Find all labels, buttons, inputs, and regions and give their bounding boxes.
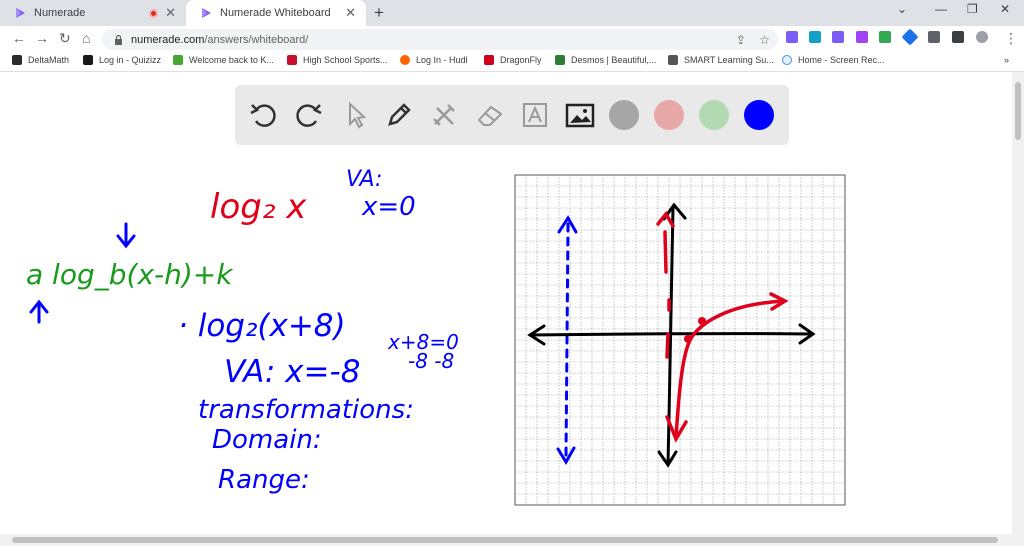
bookmark-smart-learning[interactable]: SMART Learning Su... — [668, 55, 774, 65]
recording-indicator-icon — [149, 8, 158, 18]
bookmark-deltamath[interactable]: DeltaMath — [12, 55, 69, 65]
tab-title: Numerade — [34, 7, 86, 19]
bookmark-hudl[interactable]: Log In - Hudl — [400, 55, 468, 65]
color-swatch-blue[interactable] — [744, 100, 774, 130]
forward-icon[interactable]: → — [35, 30, 49, 46]
reload-icon[interactable]: ↻ — [59, 30, 71, 47]
color-swatch-green[interactable] — [699, 100, 729, 130]
screen-rec-icon — [782, 55, 792, 65]
tab-search-icon[interactable]: ⌄ — [897, 2, 907, 16]
share-icon[interactable]: ⇪ — [736, 33, 746, 47]
extension-3-icon[interactable] — [832, 31, 844, 43]
tools-icon — [433, 104, 455, 126]
note-transformations: transformations: — [198, 395, 414, 425]
bookmark-kahoot[interactable]: Welcome back to K... — [173, 55, 274, 65]
bookmark-dragonfly[interactable]: DragonFly — [484, 55, 542, 65]
back-icon[interactable]: ← — [12, 30, 26, 46]
tab-strip: Numerade ✕ Numerade Whiteboard ✕ + ⌄ — ❐… — [0, 0, 1024, 26]
quizizz-icon — [83, 55, 93, 65]
text-icon — [523, 103, 547, 127]
note-va-x-neg8: VA: x=-8 — [224, 354, 360, 390]
eraser-icon — [477, 105, 503, 126]
extension-4-icon[interactable] — [856, 31, 868, 43]
note-domain: Domain: — [212, 425, 322, 455]
url-bar[interactable]: numerade.com/answers/whiteboard/ ⇪ ☆ — [102, 29, 778, 50]
whiteboard-page[interactable]: log₂ x VA: x=0 a log_b(x-h)+k · log₂(x+8… — [0, 72, 1024, 534]
bookmarks-overflow[interactable]: » — [1004, 55, 1009, 65]
url-text: numerade.com/answers/whiteboard/ — [131, 33, 309, 46]
note-va-x0: x=0 — [361, 192, 416, 222]
omnibox-actions: ⇪ ☆ — [736, 33, 770, 47]
note-subtract-8: -8 -8 — [408, 349, 454, 373]
bookmark-desmos[interactable]: Desmos | Beautiful,... — [555, 55, 656, 65]
note-va-label: VA: — [346, 167, 382, 192]
bookmarks-bar: DeltaMath Log in - Quizizz Welcome back … — [0, 52, 1024, 72]
numerade-logo-icon — [16, 8, 25, 18]
note-log2x: log₂ x — [210, 187, 307, 227]
tab-title: Numerade Whiteboard — [220, 7, 331, 19]
address-bar-row: ← → ↻ ⌂ numerade.com/answers/whiteboard/… — [0, 26, 1024, 52]
profile-avatar[interactable] — [976, 31, 988, 43]
horizontal-scrollbar[interactable] — [0, 534, 1012, 546]
image-icon — [565, 103, 595, 128]
tab-numerade[interactable]: Numerade ✕ — [0, 0, 186, 26]
lock-icon — [115, 34, 122, 45]
dragonfly-icon — [484, 55, 494, 65]
desmos-icon — [555, 55, 565, 65]
numerade-logo-icon — [202, 8, 211, 18]
bookmark-quizizz[interactable]: Log in - Quizizz — [83, 55, 161, 65]
close-tab-icon[interactable]: ✕ — [345, 5, 356, 21]
vertical-scroll-thumb[interactable] — [1015, 82, 1021, 140]
extension-2-icon[interactable] — [809, 31, 821, 43]
deltamath-icon — [12, 55, 22, 65]
text-tool-button[interactable] — [517, 97, 553, 133]
color-swatch-gray[interactable] — [609, 100, 639, 130]
menu-kebab-icon[interactable]: ⋮ — [1004, 30, 1018, 47]
tools-button[interactable] — [426, 97, 462, 133]
select-pointer-icon — [349, 101, 367, 129]
eraser-tool-button[interactable] — [472, 97, 508, 133]
kahoot-icon — [173, 55, 183, 65]
new-tab-button[interactable]: + — [374, 3, 384, 23]
undo-icon — [250, 104, 276, 127]
extension-5-icon[interactable] — [879, 31, 891, 43]
hudl-icon — [400, 55, 410, 65]
extension-6-icon[interactable] — [901, 28, 919, 46]
pen-icon — [388, 103, 411, 126]
whiteboard-toolbar — [235, 85, 789, 145]
sports-icon — [287, 55, 297, 65]
home-icon[interactable]: ⌂ — [82, 30, 90, 46]
image-tool-button[interactable] — [562, 97, 598, 133]
undo-button[interactable] — [245, 97, 281, 133]
note-general-form: a log_b(x-h)+k — [26, 258, 234, 291]
note-range: Range: — [218, 465, 310, 495]
minimize-icon[interactable]: — — [935, 2, 947, 16]
vertical-scrollbar[interactable] — [1012, 72, 1024, 546]
extensions-puzzle-icon[interactable] — [928, 31, 940, 43]
close-window-icon[interactable]: ✕ — [1000, 2, 1010, 16]
pen-tool-button[interactable] — [381, 97, 417, 133]
side-panel-icon[interactable] — [952, 31, 964, 43]
bookmark-high-school-sports[interactable]: High School Sports... — [287, 55, 388, 65]
smart-icon — [668, 55, 678, 65]
select-tool-button[interactable] — [336, 97, 372, 133]
handwritten-notes: log₂ x VA: x=0 a log_b(x-h)+k · log₂(x+8… — [26, 167, 459, 495]
tab-numerade-whiteboard[interactable]: Numerade Whiteboard ✕ — [186, 0, 366, 26]
extension-1-icon[interactable] — [786, 31, 798, 43]
close-tab-icon[interactable]: ✕ — [165, 5, 176, 21]
note-log2-x-plus-8: · log₂(x+8) — [178, 308, 346, 344]
redo-button[interactable] — [291, 97, 327, 133]
bookmark-star-icon[interactable]: ☆ — [759, 33, 770, 47]
restore-icon[interactable]: ❐ — [967, 2, 978, 16]
redo-icon — [296, 104, 322, 127]
horizontal-scroll-thumb[interactable] — [12, 537, 998, 543]
color-swatch-pink[interactable] — [654, 100, 684, 130]
bookmark-screen-rec[interactable]: Home - Screen Rec... — [782, 55, 885, 65]
